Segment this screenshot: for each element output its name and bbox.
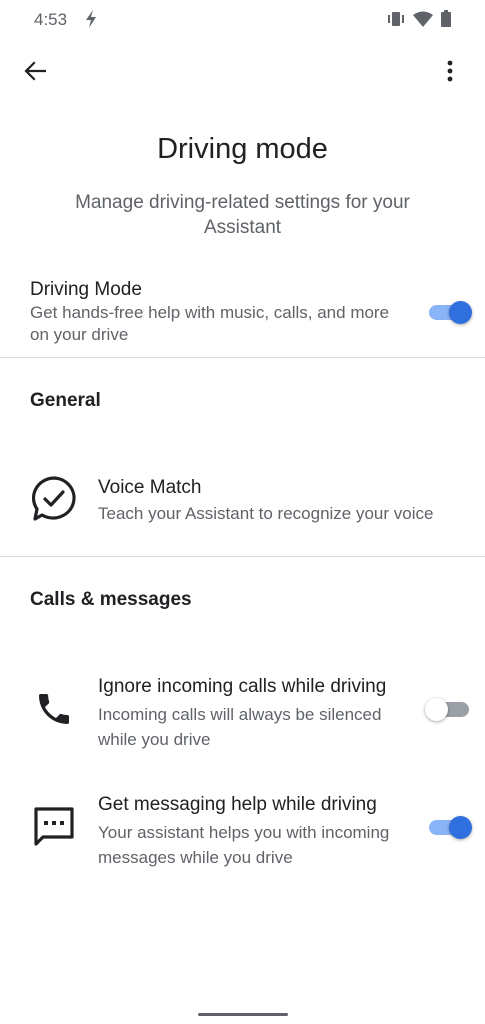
voice-match-summary: Teach your Assistant to recognize your v…	[98, 504, 434, 523]
divider	[0, 357, 485, 358]
arrow-back-icon	[24, 60, 47, 86]
status-bar: 4:53	[0, 0, 485, 40]
vibrate-icon	[387, 11, 405, 32]
voice-match-row[interactable]: Voice Match Teach your Assistant to reco…	[0, 466, 485, 536]
status-icons	[387, 10, 451, 32]
page-title: Driving mode	[157, 133, 328, 165]
message-icon	[30, 803, 78, 851]
page-subtitle: Manage driving-related settings for your…	[75, 192, 410, 238]
toggle-thumb	[425, 698, 448, 721]
status-time: 4:53	[34, 10, 68, 29]
driving-mode-toggle[interactable]	[427, 298, 472, 326]
messaging-help-summary: Your assistant helps you with incoming m…	[98, 823, 390, 867]
more-vert-icon	[447, 60, 453, 87]
ignore-calls-summary: Incoming calls will always be silenced w…	[98, 705, 382, 749]
wifi-icon	[413, 11, 433, 32]
gesture-nav-handle[interactable]	[198, 1013, 288, 1016]
driving-mode-summary: Get hands-free help with music, calls, a…	[30, 303, 390, 344]
ignore-calls-row[interactable]: Ignore incoming calls while driving Inco…	[0, 665, 485, 755]
toolbar	[0, 50, 485, 94]
voice-match-check-icon	[30, 475, 78, 523]
messaging-help-row[interactable]: Get messaging help while driving Your as…	[0, 783, 485, 873]
messaging-help-toggle[interactable]	[427, 813, 472, 841]
messaging-help-title: Get messaging help while driving	[98, 794, 377, 815]
phone-icon	[30, 685, 78, 733]
section-header-calls-messages: Calls & messages	[30, 589, 192, 610]
toggle-thumb	[449, 816, 472, 839]
ignore-calls-toggle[interactable]	[425, 695, 471, 723]
more-options-button[interactable]	[433, 56, 467, 90]
section-header-general: General	[30, 390, 101, 411]
ignore-calls-title: Ignore incoming calls while driving	[98, 676, 387, 697]
toggle-thumb	[449, 301, 472, 324]
battery-icon	[441, 10, 451, 32]
back-button[interactable]	[18, 56, 52, 90]
divider	[0, 556, 485, 557]
voice-match-title: Voice Match	[98, 477, 202, 498]
driving-mode-title: Driving Mode	[30, 279, 142, 300]
lightning-icon	[84, 10, 98, 28]
